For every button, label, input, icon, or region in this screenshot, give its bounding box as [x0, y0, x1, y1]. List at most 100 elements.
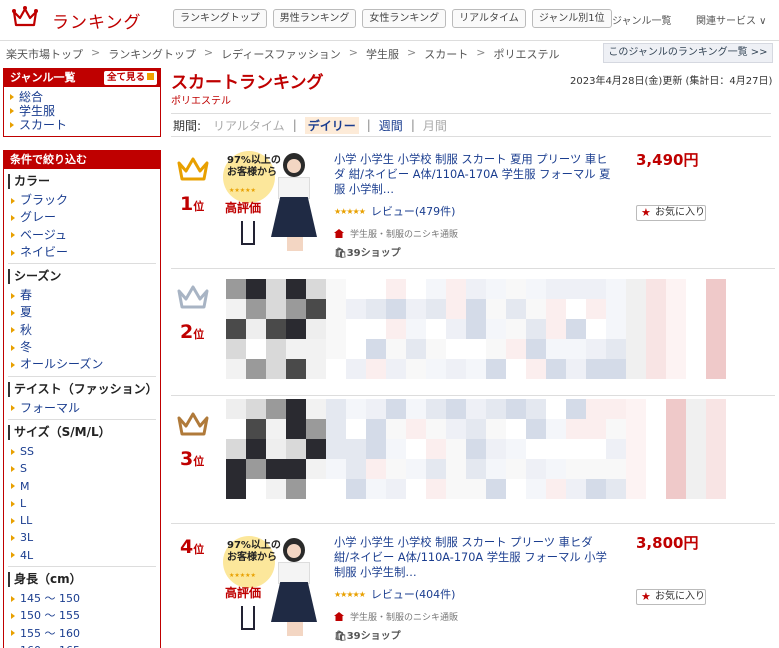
filter-panel: 条件で絞り込む カラー ブラック グレー ベージュ ネイビー シーズン春夏秋冬オールシーズ… — [3, 150, 161, 648]
site-header: ランキング ランキングトップ 男性ランキング 女性ランキング リアルタイム ジャ… — [0, 0, 779, 38]
product-image[interactable]: 97%以上の お客様から ★★★★★ 高評価 — [223, 536, 328, 636]
period-monthly[interactable]: 月間 — [423, 117, 447, 134]
subgenre-label: ポリエステル — [171, 96, 231, 107]
crown-logo-icon[interactable] — [12, 6, 38, 28]
triangle-icon — [11, 535, 15, 542]
triangle-icon — [11, 465, 15, 472]
crumb-rakuten-top[interactable]: 楽天市場トップ — [6, 46, 83, 62]
crumb-skirt[interactable]: スカート — [424, 46, 468, 62]
product-name-link[interactable]: 小学 小学生 小学校 制服 スカート 夏用 プリーツ 車ヒダ 紺/ネイビー A体… — [334, 152, 611, 198]
filter-option[interactable]: フォーマル — [8, 400, 156, 417]
see-all-button[interactable]: 全て見る — [103, 71, 157, 85]
filter-option[interactable]: 夏 — [8, 304, 156, 321]
filter-option[interactable]: 145 ～ 150 — [8, 590, 156, 607]
filter-option[interactable]: 春 — [8, 287, 156, 304]
triangle-icon — [11, 405, 15, 412]
period-daily[interactable]: デイリー — [304, 116, 359, 134]
filter-option[interactable]: 4L — [8, 547, 156, 564]
gold-crown-icon — [177, 157, 209, 181]
filter-option[interactable]: 冬 — [8, 339, 156, 356]
triangle-icon — [11, 214, 15, 221]
filter-option[interactable]: ネイビー — [8, 244, 156, 261]
crumb-ranking-top[interactable]: ランキングトップ — [108, 46, 196, 62]
nav-male-ranking[interactable]: 男性ランキング — [272, 9, 357, 28]
filter-group: カラーブラック グレー ベージュ ネイビー — [8, 169, 156, 265]
genre-item-all[interactable]: 総合 — [10, 90, 160, 104]
image-stars-icon: ★★★★★ — [229, 572, 256, 579]
arrow-icon — [147, 73, 154, 80]
filter-option[interactable]: 150 ～ 155 — [8, 607, 156, 624]
filter-option[interactable]: オールシーズン — [8, 356, 156, 373]
nav-genre-first[interactable]: ジャンル別1位 — [531, 9, 612, 28]
nav-female-ranking[interactable]: 女性ランキング — [362, 9, 447, 28]
period-weekly[interactable]: 週間 — [379, 117, 403, 134]
product-image[interactable]: 97%以上の お客様から ★★★★★ 高評価 — [223, 151, 328, 251]
genre-ranking-list-button[interactable]: このジャンルのランキング一覧 >> — [603, 43, 773, 63]
favorite-button[interactable]: ★ お気に入り — [636, 205, 706, 221]
filter-option[interactable]: ブラック — [8, 192, 156, 209]
triangle-icon — [11, 362, 15, 369]
rank-number: 3位 — [180, 448, 205, 470]
genre-item-school-uniform[interactable]: 学生服 — [10, 104, 160, 118]
period-realtime[interactable]: リアルタイム — [213, 117, 285, 134]
filter-option[interactable]: 秋 — [8, 322, 156, 339]
shop-39-badge: 🛍39ショップ — [334, 248, 401, 259]
review-link[interactable]: ★★★★★ レビュー(404件) — [334, 586, 455, 602]
nav-ranking-top[interactable]: ランキングトップ — [173, 9, 267, 28]
page-title: スカートランキング — [171, 73, 324, 93]
rank-number: 4位 — [180, 536, 205, 558]
top-nav: ランキングトップ 男性ランキング 女性ランキング リアルタイム ジャンル別1位 — [173, 9, 612, 28]
shop-link[interactable]: 学生服・制服のニシキ通販 — [334, 227, 458, 240]
image-badge: 高評価 — [225, 586, 262, 600]
shop-home-icon — [334, 229, 344, 238]
triangle-icon — [11, 197, 15, 204]
period-divider: | — [410, 118, 415, 132]
star-rating-icon: ★★★★★ — [334, 589, 366, 599]
ranking-item-2: 2位 — [171, 268, 775, 395]
ranking-item-4: 4位 97%以上の お客様から ★★★★★ 高評価 小学 小学生 小学校 制服 … — [171, 523, 775, 648]
triangle-icon — [10, 108, 14, 114]
crumb-polyester[interactable]: ポリエステル — [493, 46, 559, 62]
filter-option[interactable]: L — [8, 495, 156, 512]
product-name-link[interactable]: 小学 小学生 小学校 制服 スカート プリーツ 車ヒダ 紺/ネイビー A体/11… — [334, 535, 611, 581]
filter-option[interactable]: グレー — [8, 209, 156, 226]
review-link[interactable]: ★★★★★ レビュー(479件) — [334, 203, 455, 219]
filter-group: 身長（cm） 145 ～ 150150 ～ 155155 ～ 160160 ～ 1… — [8, 567, 156, 648]
filter-option[interactable]: ベージュ — [8, 227, 156, 244]
period-label: 期間: — [173, 118, 202, 133]
ranking-item-3: 3位 — [171, 395, 775, 523]
shop-39-badge: 🛍39ショップ — [334, 631, 401, 642]
filter-option[interactable]: M — [8, 478, 156, 495]
filter-option[interactable]: 155 ～ 160 — [8, 625, 156, 642]
product-price: 3,490円 — [636, 151, 699, 169]
filter-option[interactable]: LL — [8, 512, 156, 529]
period-selector: 期間: リアルタイム | デイリー | 週間 | 月間 — [171, 113, 771, 137]
genre-list-link[interactable]: ジャンル一覧 — [612, 12, 672, 27]
filter-group: テイスト（ファッション） フォーマル — [8, 377, 158, 420]
triangle-icon — [11, 344, 15, 351]
related-services-menu[interactable]: 関連サービス ∨ — [696, 12, 767, 27]
filter-option[interactable]: S — [8, 460, 156, 477]
crumb-separator: > — [348, 46, 359, 59]
filter-group-title: カラー — [8, 174, 156, 189]
nav-realtime[interactable]: リアルタイム — [452, 9, 526, 28]
bronze-crown-icon — [177, 412, 209, 436]
filter-option[interactable]: 160 ～ 165 — [8, 642, 156, 648]
shop-link[interactable]: 学生服・制服のニシキ通販 — [334, 610, 458, 623]
star-icon: ★ — [641, 590, 651, 603]
filter-option[interactable]: 3L — [8, 529, 156, 546]
image-stars-icon: ★★★★★ — [229, 187, 256, 194]
genre-item-skirt[interactable]: スカート — [10, 118, 160, 132]
triangle-icon — [10, 94, 14, 100]
filter-group-title: サイズ（S/M/L） — [8, 424, 156, 440]
star-icon: ★ — [641, 206, 651, 219]
breadcrumb: 楽天市場トップ > ランキングトップ > レディースファッション > 学生服 > スカー… — [0, 40, 779, 64]
filter-group-title: シーズン — [8, 269, 156, 285]
filter-group-title: テイスト（ファッション） — [8, 381, 158, 397]
logo-text[interactable]: ランキング — [52, 8, 142, 33]
favorite-button[interactable]: ★ お気に入り — [636, 589, 706, 605]
triangle-icon — [10, 122, 14, 128]
filter-option[interactable]: SS — [8, 443, 156, 460]
crumb-school-uniform[interactable]: 学生服 — [366, 46, 399, 62]
crumb-ladies-fashion[interactable]: レディースファッション — [221, 46, 341, 62]
